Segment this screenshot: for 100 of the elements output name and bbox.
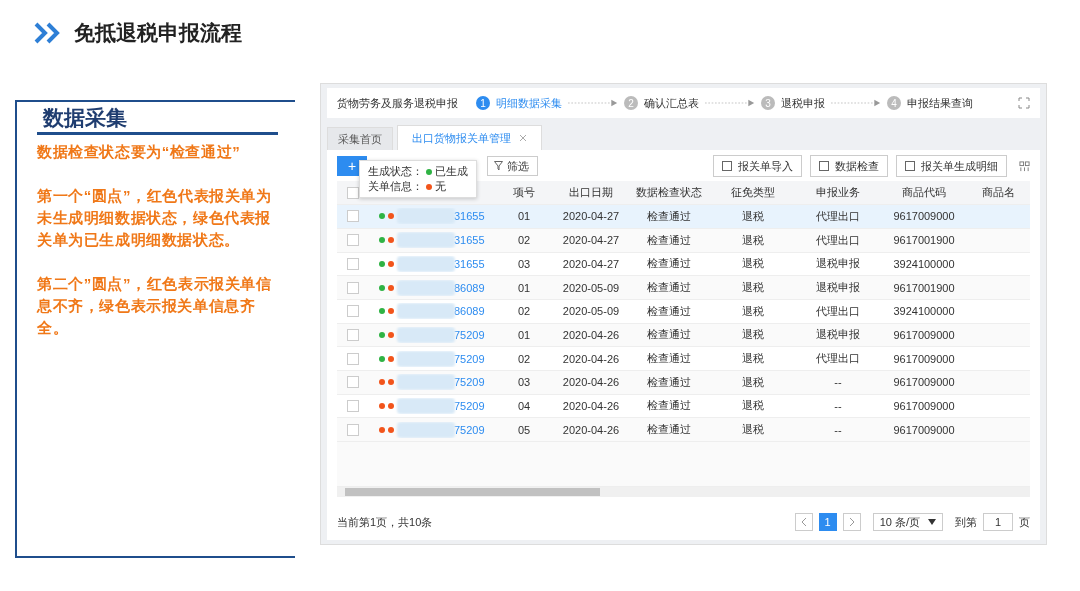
table-cell-text: 3924100000 bbox=[892, 257, 956, 270]
table-cell-text: 2020-04-27 bbox=[561, 234, 621, 247]
checkbox[interactable] bbox=[347, 376, 359, 389]
table-cell-text: 9617001900 bbox=[892, 234, 956, 247]
table-cell-text: 2020-04-26 bbox=[561, 352, 621, 365]
table-cell-text: 9617009000 bbox=[892, 352, 956, 365]
toolbar-button[interactable]: 报关单生成明细 bbox=[896, 155, 1007, 178]
filter-button[interactable]: 筛选 bbox=[487, 156, 538, 177]
table-cell-text: 检查通过 bbox=[646, 208, 692, 224]
table-cell-text: 退税申报 bbox=[815, 327, 861, 343]
table-cell-text: 退税申报 bbox=[815, 256, 861, 272]
goto-suffix: 页 bbox=[1019, 514, 1030, 530]
toolbar-button[interactable]: 报关单导入 bbox=[713, 155, 802, 178]
next-page-button[interactable] bbox=[842, 513, 861, 531]
table-cell-text: 代理出口 bbox=[815, 232, 861, 248]
table-cell-text: 退税 bbox=[741, 232, 765, 248]
column-header: 征免类型 bbox=[730, 185, 776, 201]
table-cell-text: 2020-04-27 bbox=[561, 257, 621, 270]
table-cell-text: 代理出口 bbox=[815, 303, 861, 319]
close-icon[interactable] bbox=[519, 134, 527, 143]
table-cell-text: 3924100000 bbox=[892, 305, 956, 318]
table-cell-text: 2020-04-26 bbox=[561, 423, 621, 436]
table-cell-text: 2020-04-27 bbox=[561, 210, 621, 223]
checkbox[interactable] bbox=[347, 352, 359, 365]
fullscreen-icon[interactable] bbox=[1018, 97, 1030, 110]
table-cell-text: 退税 bbox=[741, 398, 765, 414]
tooltip-value: 已生成 bbox=[435, 164, 468, 180]
table-row[interactable]: 75209 02 2020-04-26 检查通过 退税 代理出口 9617009000 bbox=[337, 347, 1030, 371]
table-cell-text: 退税 bbox=[741, 422, 765, 438]
toolbar-button[interactable]: 数据检查 bbox=[810, 155, 888, 178]
declaration-link[interactable]: 75209 bbox=[454, 399, 485, 412]
table-cell-text: 退税 bbox=[741, 374, 765, 390]
previous-page-button[interactable] bbox=[794, 513, 813, 531]
declaration-link[interactable]: 86089 bbox=[454, 305, 485, 318]
checkbox[interactable] bbox=[347, 186, 359, 199]
redaction-blur bbox=[397, 397, 455, 414]
tab[interactable]: 采集首页 bbox=[327, 127, 393, 151]
page-size-select[interactable]: 10 条/页 bbox=[872, 513, 943, 531]
column-header: 商品名 bbox=[980, 185, 1016, 201]
checkbox[interactable] bbox=[347, 328, 359, 341]
chevron-right-icon bbox=[848, 517, 855, 527]
table-cell-text: 04 bbox=[516, 399, 532, 412]
document-icon bbox=[722, 161, 732, 172]
step-number: 2 bbox=[624, 96, 638, 111]
step-label[interactable]: 明细数据采集 bbox=[496, 95, 562, 111]
table-cell-text: 退税 bbox=[741, 256, 765, 272]
table-cell-text: 03 bbox=[516, 257, 532, 270]
page-input[interactable]: 1 bbox=[983, 513, 1013, 531]
table-cell-text: -- bbox=[833, 399, 843, 412]
table-row[interactable]: 86089 01 2020-05-09 检查通过 退税 退税申报 9617001900 bbox=[337, 276, 1030, 300]
table-cell-text: 退税 bbox=[741, 280, 765, 296]
table-cell-text: 9617009000 bbox=[892, 399, 956, 412]
table-cell-text: 2020-05-09 bbox=[561, 305, 621, 318]
step-number: 4 bbox=[887, 96, 901, 111]
step-label[interactable]: 确认汇总表 bbox=[644, 95, 699, 111]
module-title: 货物劳务及服务退税申报 bbox=[337, 95, 458, 111]
table-cell-text: 2020-04-26 bbox=[561, 399, 621, 412]
document-icon bbox=[819, 161, 829, 172]
table-cell-text: 退税申报 bbox=[815, 280, 861, 296]
table-cell-text: 检查通过 bbox=[646, 256, 692, 272]
horizontal-scrollbar[interactable] bbox=[337, 487, 1030, 497]
table-row[interactable]: 75209 05 2020-04-26 检查通过 退税 -- 9617009000 bbox=[337, 418, 1030, 442]
table-cell-text: 02 bbox=[516, 234, 532, 247]
checkbox[interactable] bbox=[347, 305, 359, 318]
checkbox[interactable] bbox=[347, 281, 359, 294]
checkbox[interactable] bbox=[347, 423, 359, 436]
table-cell-text: 检查通过 bbox=[646, 398, 692, 414]
checkbox[interactable] bbox=[347, 234, 359, 247]
tab[interactable]: 出口货物报关单管理 bbox=[397, 125, 542, 151]
step-label[interactable]: 退税申报 bbox=[781, 95, 825, 111]
step-label[interactable]: 申报结果查询 bbox=[907, 95, 973, 111]
table-cell-text: 9617009000 bbox=[892, 328, 956, 341]
table-cell-text: 2020-04-26 bbox=[561, 376, 621, 389]
redaction-blur bbox=[397, 326, 455, 343]
table-cell-text: 退税 bbox=[741, 327, 765, 343]
table-cell-text: 05 bbox=[516, 423, 532, 436]
table-row[interactable]: 31655 01 2020-04-27 检查通过 退税 代理出口 9617009000 bbox=[337, 205, 1030, 229]
dotted-arrow-icon bbox=[831, 99, 881, 108]
table-row[interactable]: 75209 01 2020-04-26 检查通过 退税 退税申报 9617009000 bbox=[337, 323, 1030, 348]
document-icon bbox=[905, 161, 915, 172]
dotted-arrow-icon bbox=[705, 99, 755, 108]
step-number: 1 bbox=[476, 96, 490, 111]
checkbox[interactable] bbox=[347, 399, 359, 412]
table-row[interactable]: 31655 02 2020-04-27 检查通过 退税 代理出口 9617001900 bbox=[337, 228, 1030, 253]
goto-label: 到第 bbox=[955, 514, 977, 530]
checkbox[interactable] bbox=[347, 257, 359, 270]
tooltip-label: 生成状态： bbox=[368, 164, 423, 180]
table-row[interactable]: 86089 02 2020-05-09 检查通过 退税 代理出口 3924100000 bbox=[337, 299, 1030, 324]
declaration-link[interactable]: 31655 bbox=[454, 257, 485, 270]
table-cell-text: 检查通过 bbox=[646, 374, 692, 390]
tooltip-value: 无 bbox=[435, 179, 446, 195]
declaration-link[interactable]: 75209 bbox=[454, 352, 485, 365]
table-cell-text: 退税 bbox=[741, 351, 765, 367]
table-cell-text: 9617009000 bbox=[892, 376, 956, 389]
columns-icon[interactable] bbox=[1019, 160, 1030, 172]
tooltip-label: 关单信息： bbox=[368, 179, 423, 195]
checkbox[interactable] bbox=[347, 210, 359, 223]
step-number: 3 bbox=[761, 96, 775, 111]
table-cell-text: 检查通过 bbox=[646, 303, 692, 319]
table-row[interactable]: 75209 03 2020-04-26 检查通过 退税 -- 9617009000 bbox=[337, 370, 1030, 395]
